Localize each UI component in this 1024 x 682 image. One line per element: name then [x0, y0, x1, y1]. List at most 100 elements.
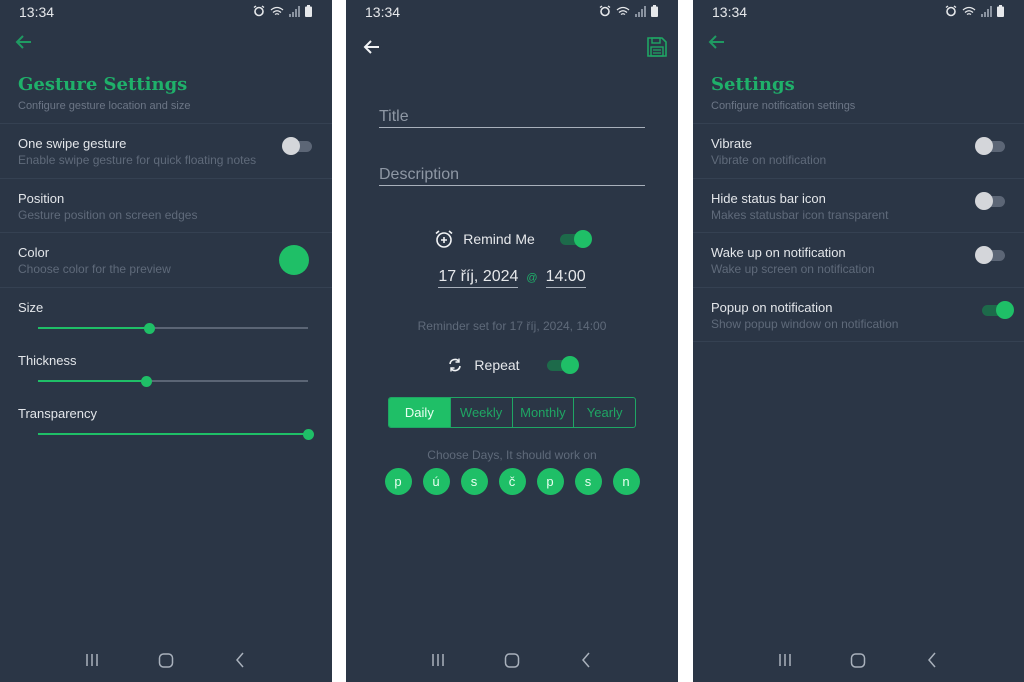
- home-button[interactable]: [843, 648, 873, 672]
- page-subtitle: Configure notification settings: [711, 100, 856, 112]
- frequency-monthly[interactable]: Monthly: [511, 398, 574, 427]
- pref-title: Color: [18, 245, 50, 260]
- time-picker-field[interactable]: 14:00: [545, 268, 586, 288]
- color-preview-swatch[interactable]: [279, 245, 309, 275]
- size-slider[interactable]: [38, 322, 308, 334]
- remind-me-row: Remind Me: [346, 229, 678, 249]
- day-saturday[interactable]: s: [574, 468, 602, 495]
- status-bar: 13:34: [693, 0, 1024, 24]
- navigation-bar: [693, 638, 1024, 682]
- battery-icon: [651, 5, 658, 17]
- day-thursday[interactable]: č: [498, 468, 526, 495]
- hide-status-bar-icon-switch[interactable]: [975, 191, 1005, 210]
- status-time: 13:34: [712, 4, 748, 20]
- wifi-icon: [616, 6, 630, 15]
- repeat-row: Repeat: [346, 356, 678, 374]
- slider-row-thickness: Thickness: [0, 341, 332, 394]
- pref-title: Vibrate: [711, 136, 752, 151]
- date-picker-field[interactable]: 17 říj, 2024: [438, 268, 519, 288]
- nav-back-button[interactable]: [571, 648, 601, 672]
- status-time: 13:34: [19, 4, 55, 20]
- one-swipe-gesture-switch[interactable]: [282, 137, 312, 155]
- alarm-icon: [253, 5, 265, 17]
- repeat-sync-icon: [449, 358, 462, 372]
- notification-settings-screen: 13:34 Settings Configure notification se…: [693, 0, 1024, 682]
- vibrate-switch[interactable]: [975, 137, 1005, 155]
- day-monday[interactable]: p: [384, 468, 412, 495]
- pref-summary: Gesture position on screen edges: [18, 207, 198, 222]
- slider-thumb[interactable]: [141, 375, 152, 387]
- alarm-icon: [945, 5, 957, 17]
- home-icon: [158, 652, 174, 668]
- slider-label: Transparency: [18, 405, 97, 421]
- reminder-note: Reminder set for 17 říj, 2024, 14:00: [417, 319, 607, 333]
- pref-hide-status-bar-icon[interactable]: Hide status bar icon Makes statusbar ico…: [693, 179, 1024, 233]
- frequency-selector: Daily Weekly Monthly Yearly: [388, 397, 636, 428]
- recent-apps-icon: [86, 654, 98, 666]
- status-bar: 13:34: [0, 0, 332, 24]
- at-separator: @: [526, 272, 538, 284]
- chevron-left-icon: [582, 652, 590, 668]
- thickness-slider[interactable]: [38, 375, 308, 387]
- nav-back-button[interactable]: [917, 648, 947, 672]
- recent-apps-button[interactable]: [770, 648, 800, 672]
- frequency-daily[interactable]: Daily: [389, 398, 450, 427]
- title-input[interactable]: Title: [379, 108, 645, 128]
- pref-one-swipe-gesture[interactable]: One swipe gesture Enable swipe gesture f…: [0, 124, 332, 179]
- arrow-left-icon: [15, 35, 31, 49]
- home-button[interactable]: [151, 648, 181, 672]
- home-icon: [851, 652, 866, 668]
- pref-title: Hide status bar icon: [711, 190, 826, 206]
- page-title: Gesture Settings: [18, 74, 188, 95]
- pref-title: Position: [18, 190, 65, 206]
- slider-thumb[interactable]: [143, 322, 155, 334]
- status-time: 13:34: [365, 4, 401, 20]
- back-button[interactable]: [362, 37, 386, 59]
- pref-color[interactable]: Color Choose color for the preview: [0, 233, 332, 288]
- date-time-row: 17 říj, 2024 @ 14:00: [346, 268, 678, 288]
- remind-me-switch[interactable]: [559, 230, 592, 248]
- wake-up-switch[interactable]: [975, 246, 1005, 264]
- reminder-note-row: Reminder set for 17 říj, 2024, 14:00: [346, 319, 678, 333]
- pref-title: One swipe gesture: [18, 136, 127, 151]
- popup-switch[interactable]: [982, 300, 1014, 319]
- home-icon: [504, 652, 520, 668]
- pref-wake-up-on-notification[interactable]: Wake up on notification Wake up screen o…: [693, 233, 1024, 288]
- pref-summary: Vibrate on notification: [711, 153, 827, 167]
- pref-summary: Makes statusbar icon transparent: [711, 207, 889, 222]
- nav-back-button[interactable]: [225, 648, 255, 672]
- pref-popup-on-notification[interactable]: Popup on notification Show popup window …: [693, 288, 1024, 342]
- repeat-switch[interactable]: [546, 356, 579, 374]
- back-button[interactable]: [707, 32, 731, 54]
- pref-vibrate[interactable]: Vibrate Vibrate on notification: [693, 124, 1024, 179]
- battery-icon: [997, 5, 1004, 17]
- day-friday[interactable]: p: [536, 468, 564, 495]
- arrow-left-icon: [363, 40, 379, 54]
- frequency-yearly[interactable]: Yearly: [573, 398, 635, 427]
- day-tuesday[interactable]: ú: [422, 468, 450, 495]
- status-bar: 13:34: [346, 0, 678, 24]
- floppy-disk-icon: [647, 37, 667, 57]
- recent-apps-button[interactable]: [423, 648, 453, 672]
- days-label: Choose Days, It should work on: [427, 448, 597, 462]
- wifi-icon: [270, 6, 284, 15]
- slider-thumb[interactable]: [303, 428, 314, 440]
- home-button[interactable]: [497, 648, 527, 672]
- slider-row-transparency: Transparency: [0, 394, 332, 447]
- recent-apps-button[interactable]: [77, 648, 107, 672]
- slider-label: Size: [18, 299, 44, 315]
- pref-position[interactable]: Position Gesture position on screen edge…: [0, 179, 332, 233]
- remind-me-label: Remind Me: [463, 231, 535, 247]
- signal-icon: [635, 5, 646, 17]
- description-input[interactable]: Description: [379, 166, 645, 186]
- frequency-weekly[interactable]: Weekly: [449, 398, 512, 427]
- day-wednesday[interactable]: s: [460, 468, 488, 495]
- signal-icon: [289, 5, 300, 17]
- pref-title: Wake up on notification: [711, 245, 846, 260]
- transparency-slider[interactable]: [38, 428, 314, 440]
- back-button[interactable]: [14, 32, 38, 54]
- save-button[interactable]: [646, 36, 668, 58]
- day-sunday[interactable]: n: [612, 468, 640, 495]
- navigation-bar: [346, 638, 678, 682]
- battery-icon: [305, 5, 312, 17]
